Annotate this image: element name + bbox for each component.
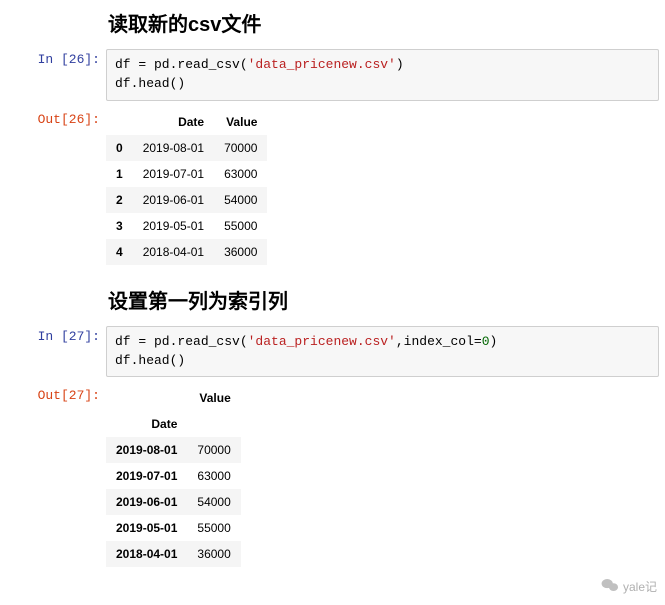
row-index: 2019-06-01 [106, 489, 187, 515]
table-cell: 2019-05-01 [133, 213, 214, 239]
row-index: 0 [106, 135, 133, 161]
input-prompt: In [26]: [0, 45, 106, 75]
table-row: 2019-07-0163000 [106, 463, 241, 489]
output-prompt: Out[27]: [0, 381, 106, 411]
table-cell: 54000 [187, 489, 240, 515]
table-row: 32019-05-0155000 [106, 213, 267, 239]
table-row: 2019-06-0154000 [106, 489, 241, 515]
code-token: df = pd.read_csv( [115, 57, 248, 72]
table-header-blank [187, 411, 240, 437]
row-index: 2019-08-01 [106, 437, 187, 463]
watermark: yale记 [601, 578, 657, 595]
code-cell: In [27]: df = pd.read_csv('data_pricenew… [0, 322, 665, 382]
row-index: 1 [106, 161, 133, 187]
dataframe-table: Value Date 2019-08-0170000 2019-07-01630… [106, 385, 241, 567]
table-cell: 70000 [214, 135, 267, 161]
row-index: 4 [106, 239, 133, 265]
row-index: 2018-04-01 [106, 541, 187, 567]
table-cell: 2019-08-01 [133, 135, 214, 161]
row-index: 2019-07-01 [106, 463, 187, 489]
dataframe-table: Date Value 02019-08-0170000 12019-07-016… [106, 109, 267, 265]
table-header: Value [214, 109, 267, 135]
wechat-icon [601, 578, 619, 595]
output-area: Date Value 02019-08-0170000 12019-07-016… [106, 105, 665, 277]
table-cell: 2019-07-01 [133, 161, 214, 187]
row-index: 2 [106, 187, 133, 213]
code-token: df.head() [115, 353, 185, 368]
table-cell: 70000 [187, 437, 240, 463]
table-corner [106, 385, 187, 411]
code-number: 0 [482, 334, 490, 349]
markdown-heading: 读取新的csv文件 [0, 0, 665, 45]
table-cell: 63000 [187, 463, 240, 489]
table-header: Date [133, 109, 214, 135]
table-cell: 36000 [187, 541, 240, 567]
table-row: 2019-08-0170000 [106, 437, 241, 463]
watermark-text: yale记 [623, 578, 657, 595]
code-token: df.head() [115, 76, 185, 91]
code-string: 'data_pricenew.csv' [248, 57, 396, 72]
table-cell: 2018-04-01 [133, 239, 214, 265]
table-corner [106, 109, 133, 135]
output-area: Value Date 2019-08-0170000 2019-07-01630… [106, 381, 665, 579]
table-row: 22019-06-0154000 [106, 187, 267, 213]
table-cell: 63000 [214, 161, 267, 187]
code-input[interactable]: df = pd.read_csv('data_pricenew.csv') df… [106, 49, 659, 101]
code-token: ) [396, 57, 404, 72]
index-name: Date [106, 411, 187, 437]
table-row: 42018-04-0136000 [106, 239, 267, 265]
code-cell: In [26]: df = pd.read_csv('data_pricenew… [0, 45, 665, 105]
code-token: ,index_col= [396, 334, 482, 349]
row-index: 3 [106, 213, 133, 239]
code-token: ) [490, 334, 498, 349]
table-cell: 36000 [214, 239, 267, 265]
markdown-heading: 设置第一列为索引列 [0, 277, 665, 322]
table-row: 02019-08-0170000 [106, 135, 267, 161]
row-index: 2019-05-01 [106, 515, 187, 541]
output-cell: Out[27]: Value Date 2019-08-0170000 2019… [0, 381, 665, 579]
code-string: 'data_pricenew.csv' [248, 334, 396, 349]
table-cell: 54000 [214, 187, 267, 213]
table-cell: 2019-06-01 [133, 187, 214, 213]
table-row: 2018-04-0136000 [106, 541, 241, 567]
code-input[interactable]: df = pd.read_csv('data_pricenew.csv',ind… [106, 326, 659, 378]
table-header: Value [187, 385, 240, 411]
table-row: 2019-05-0155000 [106, 515, 241, 541]
output-cell: Out[26]: Date Value 02019-08-0170000 120… [0, 105, 665, 277]
input-prompt: In [27]: [0, 322, 106, 352]
output-prompt: Out[26]: [0, 105, 106, 135]
table-cell: 55000 [187, 515, 240, 541]
table-row: 12019-07-0163000 [106, 161, 267, 187]
table-cell: 55000 [214, 213, 267, 239]
code-token: df = pd.read_csv( [115, 334, 248, 349]
